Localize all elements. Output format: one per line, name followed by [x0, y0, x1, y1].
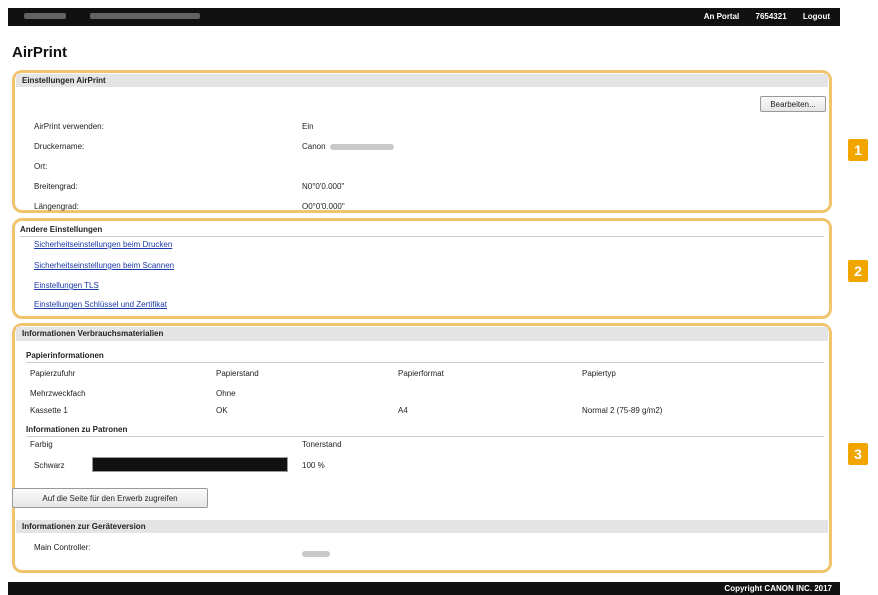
main-controller-version: [302, 545, 330, 563]
label-latitude: Breitengrad:: [34, 182, 78, 191]
label-printer-name: Druckername:: [34, 142, 85, 151]
edit-button[interactable]: Bearbeiten...: [760, 96, 826, 112]
divider: [26, 362, 824, 363]
toner-level-value: 100 %: [302, 461, 325, 470]
cartridge-header-color: Farbig: [30, 440, 53, 449]
breadcrumb-device: [24, 13, 66, 19]
callout-badge-2: 2: [848, 260, 868, 282]
purchase-page-button[interactable]: Auf die Seite für den Erwerb zugreifen: [12, 488, 208, 508]
other-section-title: Andere Einstellungen: [20, 225, 103, 234]
paper-header-source: Papierzufuhr: [30, 369, 76, 378]
copyright-text: Copyright CANON INC. 2017: [724, 584, 832, 593]
page-title: AirPrint: [12, 44, 68, 61]
user-id: 7654321: [755, 12, 787, 21]
divider: [20, 236, 824, 237]
airprint-settings-panel: [12, 70, 832, 213]
paper-row-type: Normal 2 (75-89 g/m2): [582, 406, 663, 415]
consumables-panel: [12, 323, 832, 573]
value-latitude: N0°0'0.000": [302, 182, 345, 191]
callout-badge-3: 3: [848, 443, 868, 465]
link-key-certificate[interactable]: Einstellungen Schlüssel und Zertifikat: [34, 300, 167, 309]
paper-header-type: Papiertyp: [582, 369, 616, 378]
cartridge-info-title: Informationen zu Patronen: [26, 425, 128, 434]
cartridge-header-level: Tonerstand: [302, 440, 342, 449]
logout-link[interactable]: Logout: [803, 12, 830, 21]
value-longitude: O0°0'0.000": [302, 202, 345, 211]
link-print-security[interactable]: Sicherheitseinstellungen beim Drucken: [34, 240, 172, 249]
paper-row-source: Kassette 1: [30, 406, 68, 415]
label-longitude: Längengrad:: [34, 202, 79, 211]
airprint-section-title: Einstellungen AirPrint: [16, 74, 828, 87]
paper-row-source: Mehrzweckfach: [30, 389, 86, 398]
paper-header-level: Papierstand: [216, 369, 259, 378]
main-controller-label: Main Controller:: [34, 543, 91, 552]
link-tls-settings[interactable]: Einstellungen TLS: [34, 281, 99, 290]
toner-level-bar: [92, 457, 288, 472]
breadcrumb-series: [90, 13, 200, 19]
device-version-section-title: Informationen zur Geräteversion: [16, 520, 828, 533]
cartridge-color-label: Schwarz: [34, 461, 65, 470]
footer: Copyright CANON INC. 2017: [8, 582, 840, 595]
paper-info-title: Papierinformationen: [26, 351, 104, 360]
portal-link[interactable]: An Portal: [704, 12, 740, 21]
paper-row-level: OK: [216, 406, 228, 415]
label-location: Ort:: [34, 162, 48, 171]
link-scan-security[interactable]: Sicherheitseinstellungen beim Scannen: [34, 261, 174, 270]
toner-level-fill: [93, 458, 287, 471]
paper-row-size: A4: [398, 406, 408, 415]
value-printer-name: Canon: [302, 142, 394, 151]
value-airprint-use: Ein: [302, 122, 314, 131]
top-bar: An Portal 7654321 Logout: [8, 8, 840, 26]
consumables-section-title: Informationen Verbrauchsmaterialien: [16, 327, 828, 341]
paper-header-size: Papierformat: [398, 369, 444, 378]
label-airprint-use: AirPrint verwenden:: [34, 122, 104, 131]
paper-row-level: Ohne: [216, 389, 236, 398]
divider: [26, 436, 824, 437]
callout-badge-1: 1: [848, 139, 868, 161]
